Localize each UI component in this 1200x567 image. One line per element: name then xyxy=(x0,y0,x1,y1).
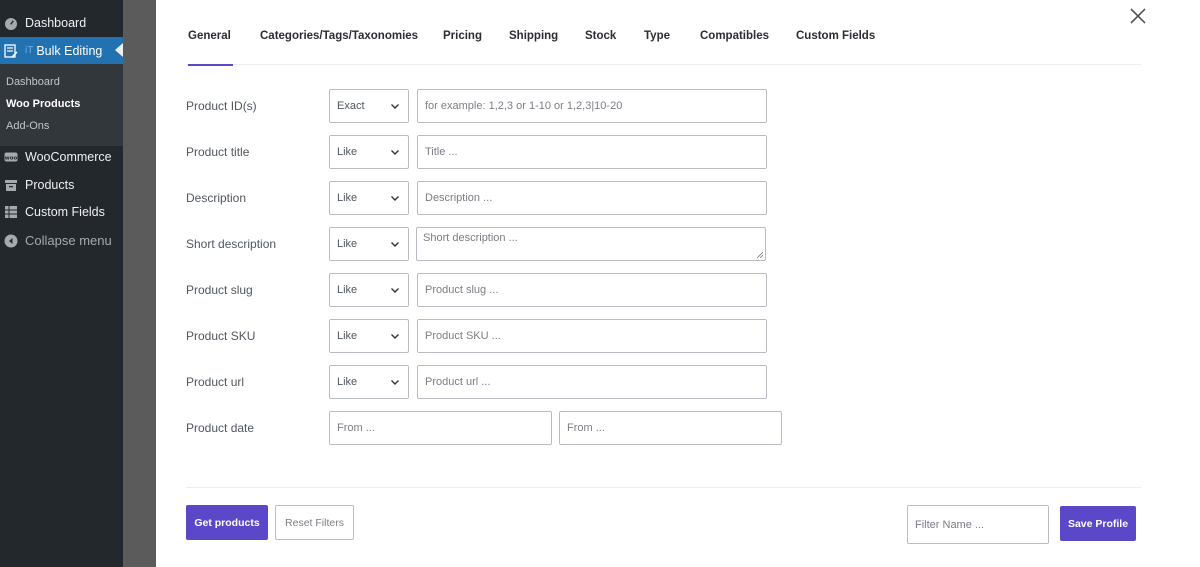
close-icon[interactable] xyxy=(1128,6,1148,26)
get-products-button[interactable]: Get products xyxy=(186,505,268,540)
tab-compatibles[interactable]: Compatibles xyxy=(700,27,769,65)
sidebar-item-label: Dashboard xyxy=(25,15,87,30)
description-operator-select[interactable]: Like xyxy=(329,181,409,215)
sidebar-item-dashboard[interactable]: Dashboard xyxy=(0,9,123,36)
admin-sidebar: Dashboard iT Bulk Editing Dashboard Woo … xyxy=(0,0,123,567)
chevron-down-icon xyxy=(391,104,399,109)
select-value: Like xyxy=(337,192,358,204)
table-icon xyxy=(4,205,18,219)
submenu-add-ons[interactable]: Add-Ons xyxy=(0,115,123,137)
description-input[interactable]: Description ... xyxy=(417,181,767,215)
submenu-woo-products[interactable]: Woo Products xyxy=(0,93,123,115)
collapse-arrow-icon xyxy=(4,234,18,248)
tab-stock[interactable]: Stock xyxy=(585,27,616,65)
product-ids-operator-select[interactable]: Exact xyxy=(329,89,409,123)
sidebar-submenu: Dashboard Woo Products Add-Ons xyxy=(0,64,123,146)
sidebar-item-woocommerce[interactable]: woo WooCommerce xyxy=(0,143,123,170)
tab-type[interactable]: Type xyxy=(644,27,670,65)
chevron-down-icon xyxy=(391,150,399,155)
sidebar-item-bulk-editing[interactable]: iT Bulk Editing xyxy=(0,37,123,64)
sidebar-item-label: Products xyxy=(25,177,75,192)
tab-pricing[interactable]: Pricing xyxy=(443,27,482,65)
sidebar-item-products[interactable]: Products xyxy=(0,171,123,198)
date-to-input[interactable]: From ... xyxy=(559,411,782,445)
chevron-down-icon xyxy=(391,196,399,201)
product-sku-label: Product SKU xyxy=(186,329,256,343)
select-value: Like xyxy=(337,330,358,342)
sidebar-item-custom-fields[interactable]: Custom Fields xyxy=(0,198,123,225)
save-profile-button[interactable]: Save Profile xyxy=(1060,506,1136,541)
select-value: Like xyxy=(337,146,358,158)
archive-icon xyxy=(4,178,18,192)
chevron-down-icon xyxy=(391,242,399,247)
select-value: Like xyxy=(337,238,358,250)
bulk-editing-prefix: iT xyxy=(25,45,34,56)
backdrop-edge xyxy=(1171,0,1200,567)
select-value: Like xyxy=(337,376,358,388)
chevron-down-icon xyxy=(391,334,399,339)
submenu-dashboard[interactable]: Dashboard xyxy=(0,71,123,93)
product-ids-label: Product ID(s) xyxy=(186,99,257,113)
chevron-down-icon xyxy=(391,288,399,293)
tab-custom-fields[interactable]: Custom Fields xyxy=(796,27,875,65)
chevron-down-icon xyxy=(391,380,399,385)
description-label: Description xyxy=(186,191,247,205)
product-slug-operator-select[interactable]: Like xyxy=(329,273,409,307)
product-url-label: Product url xyxy=(186,375,245,389)
footer-divider xyxy=(186,487,1141,488)
sidebar-item-label: WooCommerce xyxy=(25,149,112,164)
tab-shipping[interactable]: Shipping xyxy=(509,27,558,65)
sidebar-item-label: Collapse menu xyxy=(25,233,112,248)
date-from-input[interactable]: From ... xyxy=(329,411,552,445)
product-sku-operator-select[interactable]: Like xyxy=(329,319,409,353)
tab-categories-tags-taxonomies[interactable]: Categories/Tags/Taxonomies xyxy=(260,27,418,65)
product-ids-input[interactable]: for example: 1,2,3 or 1-10 or 1,2,3|10-2… xyxy=(417,89,767,123)
sidebar-item-label: Bulk Editing xyxy=(36,43,103,58)
bulk-edit-icon xyxy=(4,43,18,58)
filter-tabs: General Categories/Tags/Taxonomies Prici… xyxy=(186,27,1141,66)
reset-filters-button[interactable]: Reset Filters xyxy=(275,505,354,540)
product-title-input[interactable]: Title ... xyxy=(417,135,767,169)
short-description-operator-select[interactable]: Like xyxy=(329,227,409,261)
select-value: Exact xyxy=(337,100,365,112)
filter-name-input[interactable]: Filter Name ... xyxy=(907,505,1049,544)
product-sku-input[interactable]: Product SKU ... xyxy=(417,319,767,353)
product-slug-label: Product slug xyxy=(186,283,253,297)
textarea-placeholder: Short description ... xyxy=(423,232,518,244)
product-url-operator-select[interactable]: Like xyxy=(329,365,409,399)
woocommerce-icon: woo xyxy=(4,150,18,164)
short-description-textarea[interactable]: Short description ... xyxy=(416,227,766,261)
dashboard-icon xyxy=(4,16,18,30)
product-title-operator-select[interactable]: Like xyxy=(329,135,409,169)
product-slug-input[interactable]: Product slug ... xyxy=(417,273,767,307)
select-value: Like xyxy=(337,284,358,296)
svg-text:woo: woo xyxy=(5,155,18,161)
sidebar-item-label: Custom Fields xyxy=(25,204,105,219)
resize-grip-icon[interactable] xyxy=(756,251,763,258)
product-url-input[interactable]: Product url ... xyxy=(417,365,767,399)
collapse-menu-button[interactable]: Collapse menu xyxy=(0,227,123,254)
product-date-label: Product date xyxy=(186,421,255,435)
short-description-label: Short description xyxy=(186,237,277,251)
tab-general[interactable]: General xyxy=(188,27,233,66)
product-title-label: Product title xyxy=(186,145,250,159)
